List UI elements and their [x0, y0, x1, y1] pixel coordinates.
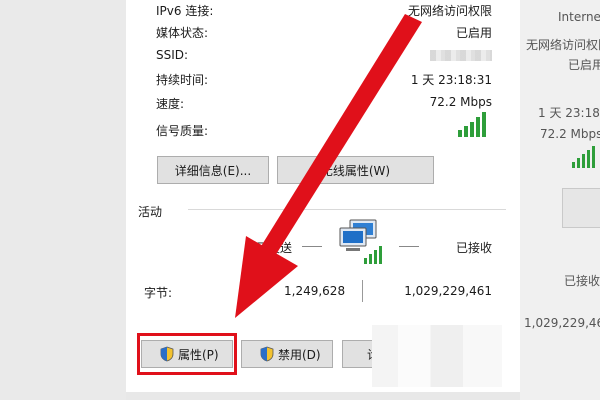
bytes-received-value: 1,029,229,461	[404, 284, 492, 298]
detail-label: SSID:	[156, 48, 189, 62]
received-line	[399, 246, 419, 247]
bg-received-label: 已接收	[564, 274, 600, 288]
wireless-properties-button[interactable]: 无线属性(W)	[277, 156, 434, 184]
detail-row-signal-quality: 信号质量:	[156, 112, 492, 140]
wifi-signal-bars-icon	[458, 112, 486, 137]
detail-label: 持续时间:	[156, 73, 209, 87]
detail-label: 媒体状态:	[156, 26, 209, 40]
bytes-sent-value: 1,249,628	[284, 284, 346, 298]
bg-signal-icon	[572, 146, 595, 168]
detail-label: IPv6 连接:	[156, 4, 214, 18]
bytes-divider	[362, 280, 363, 302]
detail-value: 无网络访问权限	[407, 4, 492, 18]
sent-label: 已发送	[256, 241, 293, 255]
detail-label: 信号质量:	[156, 124, 209, 138]
background-desktop-left	[0, 0, 126, 400]
disable-button[interactable]: 禁用(D)	[241, 340, 333, 368]
bg-button	[562, 188, 600, 228]
detail-value: 72.2 Mbps	[429, 95, 492, 109]
activity-section-title: 活动	[138, 205, 163, 219]
bg-ipv6-value: 无网络访问权限	[526, 38, 600, 52]
activity-divider	[188, 209, 506, 210]
properties-button[interactable]: 属性(P)	[141, 340, 233, 368]
details-button[interactable]: 详细信息(E)...	[157, 156, 269, 184]
bytes-label: 字节:	[144, 286, 173, 300]
ssid-masked-value	[430, 48, 492, 64]
received-label: 已接收	[456, 241, 493, 255]
background-window: Internet 无网络访问权限 已启用 1 天 23:18:31 72.2 M…	[520, 0, 600, 400]
detail-label: 速度:	[156, 97, 185, 111]
detail-row-ssid: SSID:	[156, 46, 492, 66]
uac-shield-icon	[160, 346, 174, 362]
bg-status-value: 已启用	[568, 58, 600, 72]
detail-row-duration: 持续时间: 1 天 23:18:31	[156, 69, 492, 89]
detail-row-speed: 速度: 72.2 Mbps	[156, 93, 492, 113]
detail-value: 已启用	[455, 26, 492, 40]
blurred-region	[372, 325, 502, 387]
detail-row-media-status: 媒体状态: 已启用	[156, 22, 492, 42]
uac-shield-icon	[260, 346, 274, 362]
sent-line	[302, 246, 322, 247]
network-computers-icon	[339, 219, 382, 264]
disable-button-label: 禁用(D)	[278, 347, 321, 362]
detail-row-ipv6: IPv6 连接: 无网络访问权限	[156, 0, 492, 20]
bg-window-title: Internet	[558, 10, 600, 24]
bg-bytes-received: 1,029,229,461	[524, 316, 600, 330]
detail-value: 1 天 23:18:31	[410, 73, 492, 87]
bg-speed-value: 72.2 Mbps	[540, 127, 600, 141]
bg-duration-value: 1 天 23:18:31	[538, 106, 600, 120]
properties-button-label: 属性(P)	[178, 347, 219, 362]
